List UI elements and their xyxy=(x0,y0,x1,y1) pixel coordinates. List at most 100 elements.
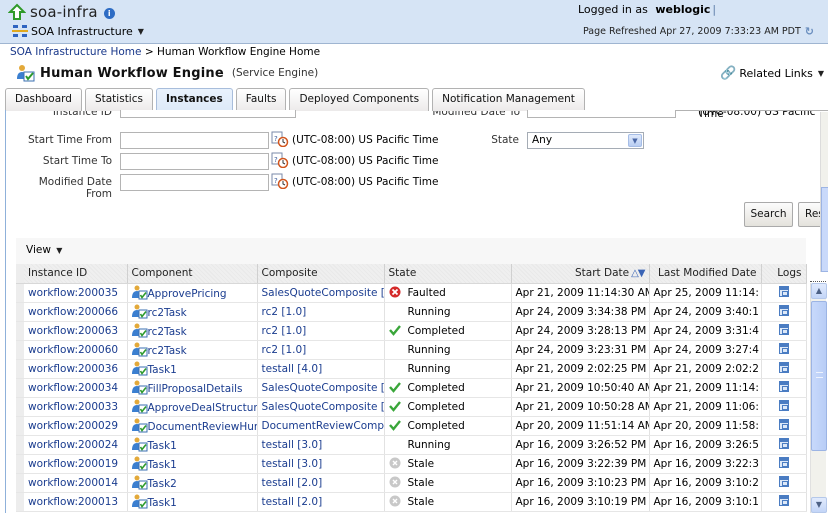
column-header-composite[interactable]: Composite xyxy=(257,264,385,284)
logs-icon[interactable] xyxy=(778,380,789,392)
row-selector[interactable] xyxy=(16,302,24,322)
column-header-logs[interactable]: Logs xyxy=(761,264,807,284)
instance-id-link[interactable]: workflow:200013 xyxy=(28,496,118,508)
composite-link[interactable]: SalesQuoteComposite [1.0] xyxy=(262,287,384,299)
start-time-to-input[interactable] xyxy=(120,153,269,170)
logs-icon[interactable] xyxy=(778,285,789,297)
soa-infrastructure-menu[interactable]: SOA Infrastructure ▼ xyxy=(12,24,144,38)
row-selector[interactable] xyxy=(16,340,24,360)
logs-icon[interactable] xyxy=(778,323,789,335)
related-links-menu[interactable]: 🔗 Related Links ▼ xyxy=(720,66,824,81)
tab-deployed-components[interactable]: Deployed Components xyxy=(289,88,430,111)
tab-notification-management[interactable]: Notification Management xyxy=(432,88,585,111)
logs-icon[interactable] xyxy=(778,304,789,316)
component-link[interactable]: FillProposalDetails xyxy=(148,383,243,395)
composite-link[interactable]: SalesQuoteComposite [1.0] xyxy=(262,382,384,394)
tab-statistics[interactable]: Statistics xyxy=(84,88,153,111)
table-row[interactable]: workflow:200035 ApprovePricing SalesQuoteC… xyxy=(16,283,807,303)
table-row[interactable]: workflow:200036 Task1 testall [4.0] Running… xyxy=(16,359,807,379)
component-link[interactable]: ApproveDealStructure xyxy=(148,402,257,414)
logs-icon[interactable] xyxy=(778,456,789,468)
instance-id-link[interactable]: workflow:200066 xyxy=(28,306,118,318)
instance-id-link[interactable]: workflow:200035 xyxy=(28,287,118,299)
instance-id-link[interactable]: workflow:200033 xyxy=(28,401,118,413)
info-icon[interactable]: i xyxy=(103,8,115,19)
row-selector[interactable] xyxy=(16,454,24,474)
table-row[interactable]: workflow:200013 Task1 testall [2.0] Stale Ap… xyxy=(16,492,807,512)
component-link[interactable]: Task1 xyxy=(148,364,177,376)
refresh-icon[interactable]: ↻ xyxy=(805,25,814,38)
username[interactable]: weblogic xyxy=(655,3,710,16)
table-row[interactable]: workflow:200034 FillProposalDetails SalesQ… xyxy=(16,378,807,398)
instance-id-link[interactable]: workflow:200019 xyxy=(28,458,118,470)
logs-icon[interactable] xyxy=(778,361,789,373)
calendar-icon[interactable]: ? xyxy=(271,152,289,168)
component-link[interactable]: ApprovePricing xyxy=(148,288,227,300)
instance-id-link[interactable]: workflow:200014 xyxy=(28,477,118,489)
scroll-up-icon[interactable]: ▲ xyxy=(811,283,827,299)
table-scrollbar[interactable]: ▲ ▼ xyxy=(810,283,827,513)
column-header-start-date[interactable]: Start Date △▼ xyxy=(511,264,650,284)
table-row[interactable]: workflow:200024 Task1 testall [3.0] Running… xyxy=(16,435,807,455)
composite-link[interactable]: testall [3.0] xyxy=(262,439,323,451)
calendar-icon[interactable]: ? xyxy=(271,131,289,147)
row-selector[interactable] xyxy=(16,321,24,341)
instance-id-link[interactable]: workflow:200060 xyxy=(28,344,118,356)
state-select[interactable]: Any ▼ xyxy=(527,132,644,149)
tab-faults[interactable]: Faults xyxy=(235,88,287,111)
table-row[interactable]: workflow:200033 ApproveDealStructure Sales… xyxy=(16,397,807,417)
row-selector[interactable] xyxy=(16,283,24,303)
row-selector[interactable] xyxy=(16,416,24,436)
view-menu[interactable]: View ▼ xyxy=(26,244,62,256)
modified-date-from-input[interactable] xyxy=(120,174,269,191)
component-link[interactable]: DocumentReviewHumanTask xyxy=(148,421,257,433)
table-row[interactable]: workflow:200066 rc2Task rc2 [1.0] Running Ap… xyxy=(16,302,807,322)
instance-id-link[interactable]: workflow:200034 xyxy=(28,382,118,394)
row-selector[interactable] xyxy=(16,473,24,493)
logs-icon[interactable] xyxy=(778,342,789,354)
instance-id-link[interactable]: workflow:200029 xyxy=(28,420,118,432)
search-button[interactable]: Search xyxy=(744,202,793,227)
composite-link[interactable]: testall [2.0] xyxy=(262,496,323,508)
row-selector[interactable] xyxy=(16,359,24,379)
logs-icon[interactable] xyxy=(778,437,789,449)
sort-ascending-descending-icon[interactable]: △▼ xyxy=(631,268,645,279)
component-link[interactable]: rc2Task xyxy=(148,326,187,338)
table-scrollbar-thumb[interactable] xyxy=(811,301,827,451)
logs-icon[interactable] xyxy=(778,494,789,506)
composite-link[interactable]: rc2 [1.0] xyxy=(262,306,307,318)
composite-link[interactable]: testall [4.0] xyxy=(262,363,323,375)
column-header-state[interactable]: State xyxy=(384,264,512,284)
table-row[interactable]: workflow:200060 rc2Task rc2 [1.0] Running Ap… xyxy=(16,340,807,360)
logs-icon[interactable] xyxy=(778,418,789,430)
component-link[interactable]: Task1 xyxy=(148,497,177,509)
start-time-from-input[interactable] xyxy=(120,132,269,149)
instance-id-link[interactable]: workflow:200063 xyxy=(28,325,118,337)
page-scrollbar-thumb[interactable] xyxy=(821,187,828,272)
composite-link[interactable]: rc2 [1.0] xyxy=(262,344,307,356)
tab-dashboard[interactable]: Dashboard xyxy=(5,88,82,111)
composite-link[interactable]: testall [3.0] xyxy=(262,458,323,470)
calendar-icon[interactable]: ? xyxy=(271,173,289,189)
composite-link[interactable]: DocumentReviewComposite xyxy=(262,420,384,432)
instance-id-link[interactable]: workflow:200036 xyxy=(28,363,118,375)
component-link[interactable]: rc2Task xyxy=(148,345,187,357)
composite-link[interactable]: SalesQuoteComposite [1.0] xyxy=(262,401,384,413)
page-scrollbar[interactable] xyxy=(820,112,828,272)
row-selector[interactable] xyxy=(16,492,24,512)
row-selector[interactable] xyxy=(16,435,24,455)
component-link[interactable]: rc2Task xyxy=(148,307,187,319)
up-arrow-icon[interactable] xyxy=(8,3,26,21)
logs-icon[interactable] xyxy=(778,475,789,487)
breadcrumb-home-link[interactable]: SOA Infrastructure Home xyxy=(10,46,141,58)
component-link[interactable]: Task2 xyxy=(148,478,177,490)
column-header-last-modified-date[interactable]: Last Modified Date xyxy=(649,264,762,284)
table-row[interactable]: workflow:200019 Task1 testall [3.0] Stale Ap… xyxy=(16,454,807,474)
column-header-component[interactable]: Component xyxy=(127,264,258,284)
component-link[interactable]: Task1 xyxy=(148,440,177,452)
instance-id-link[interactable]: workflow:200024 xyxy=(28,439,118,451)
modified-date-to-input[interactable] xyxy=(527,110,676,118)
row-selector[interactable] xyxy=(16,397,24,417)
scroll-down-icon[interactable]: ▼ xyxy=(811,497,827,513)
composite-link[interactable]: testall [2.0] xyxy=(262,477,323,489)
